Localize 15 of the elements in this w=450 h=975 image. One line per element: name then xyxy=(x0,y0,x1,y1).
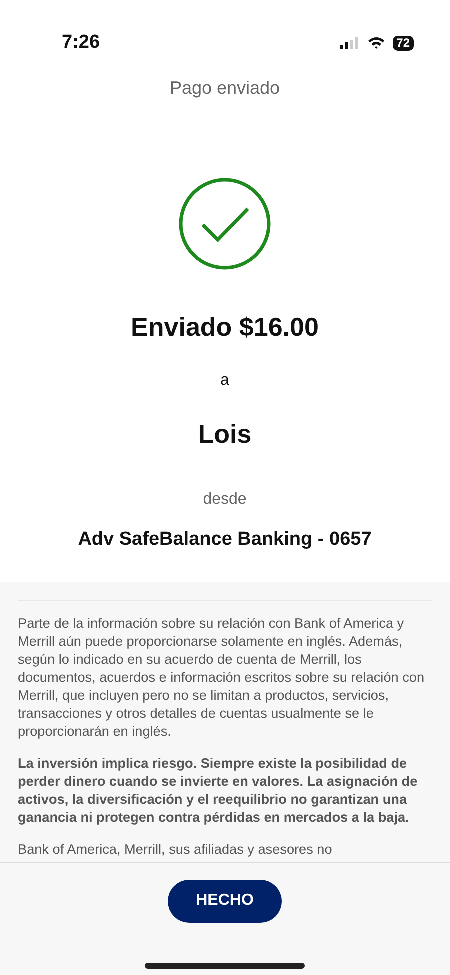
disclosure-paragraph: Parte de la información sobre su relación con Bank of America y Merrill aún puede proporcionarse solamente en inglés. Además, según lo indicado en su acuerdo de cuenta de Merrill, los documentos, acuerdos e información escritos sobre su relación con Merrill, que incluyen pero no se limitan a productos, servicios, transacciones y otros detalles de cuentas usualmente se le proporcionarán en inglés. xyxy=(18,614,426,740)
battery-indicator: 72 xyxy=(392,36,414,50)
done-button[interactable]: HECHO xyxy=(168,880,282,922)
wifi-icon xyxy=(368,37,385,49)
disclosure-paragraph: La inversión implica riesgo. Siempre existe la posibilidad de perder dinero cuando se invierte en valores. La asignación de activos, la diversificación y el reequilibrio no garantizan una ganancia ni protegen contra pérdidas en mercados a la baja. xyxy=(18,754,419,826)
status-time: 7:26 xyxy=(62,30,100,55)
account-name: Adv SafeBalance Banking - 0657 xyxy=(78,528,372,552)
recipient-name: Lois xyxy=(198,418,252,451)
amount-sent: Enviado $16.00 xyxy=(131,311,319,344)
screen-title: Pago enviado xyxy=(168,77,282,100)
disclosure-paragraph: Bank of America, Merrill, sus afiliadas y asesores no xyxy=(18,840,334,858)
checkmark-circle-icon xyxy=(179,178,271,270)
connector-text: a xyxy=(220,371,230,391)
from-label: desde xyxy=(203,490,247,510)
signal-icon xyxy=(340,37,360,49)
